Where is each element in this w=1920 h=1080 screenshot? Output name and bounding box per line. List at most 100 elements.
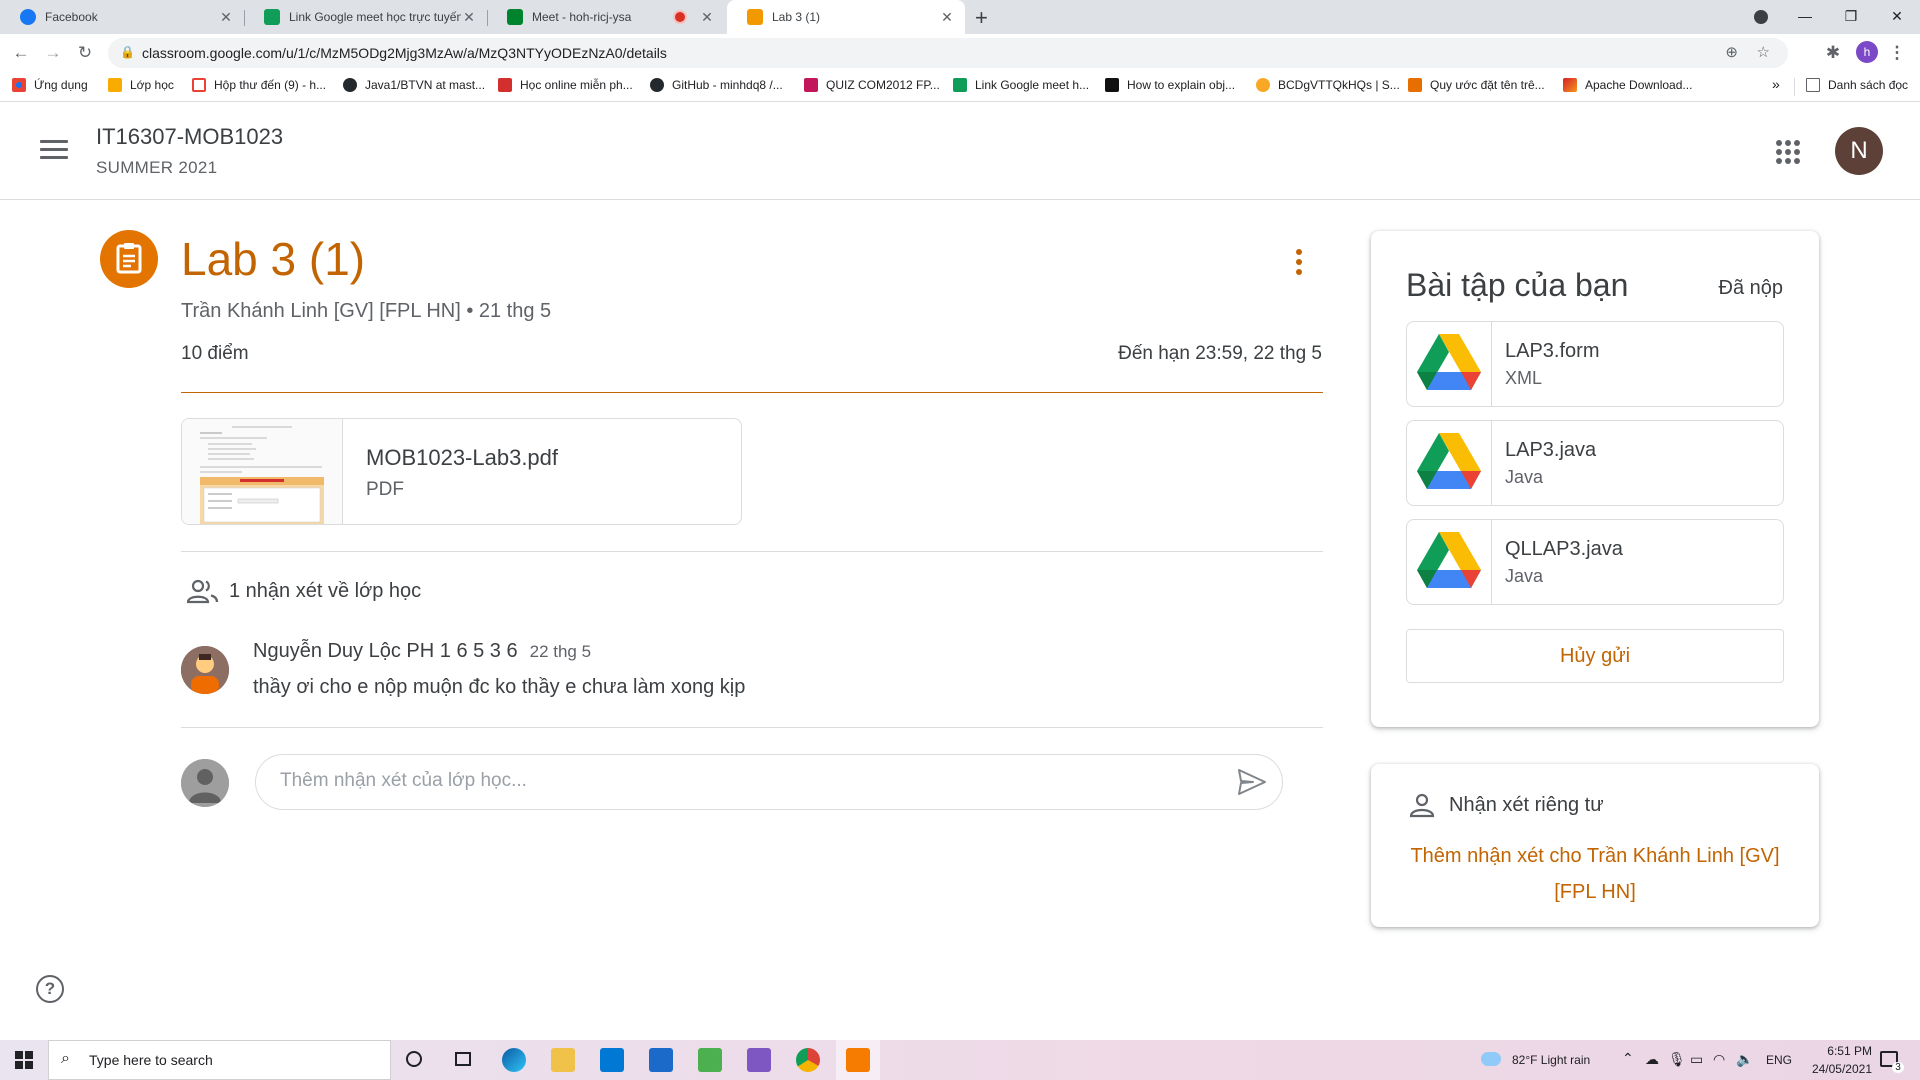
tab-lab3[interactable]: Lab 3 (1) ✕ (727, 0, 965, 34)
unsubmit-button[interactable]: Hủy gửi (1406, 629, 1784, 683)
send-icon[interactable] (1236, 767, 1268, 797)
file-type: Java (1505, 467, 1544, 487)
zoom-icon[interactable]: ⊕ (1725, 43, 1738, 61)
section-divider (181, 551, 1323, 552)
close-tab-icon[interactable]: ✕ (461, 9, 477, 26)
battery-icon[interactable]: ▭ (1690, 1051, 1703, 1068)
bookmark-how-to-explain[interactable]: How to explain obj... (1105, 78, 1235, 92)
reload-icon[interactable]: ↻ (74, 42, 96, 64)
tab-google-meet[interactable]: Meet - hoh-ricj-ysa ✕ (487, 0, 725, 34)
bookmark-quiz[interactable]: QUIZ COM2012 FP... (804, 78, 940, 92)
new-tab-plus-icon[interactable]: + (975, 5, 988, 31)
tab-search-icon[interactable] (1738, 0, 1784, 34)
reading-list[interactable]: Danh sách đọc (1806, 78, 1908, 92)
lock-icon: 🔒 (120, 45, 135, 59)
assignment-icon (100, 230, 158, 288)
chrome-menu-icon[interactable]: ⋮ (1886, 42, 1908, 64)
google-apps-icon[interactable] (1776, 140, 1800, 164)
address-bar[interactable]: 🔒 classroom.google.com/u/1/c/MzM5ODg2Mjg… (108, 38, 1788, 68)
file-explorer-icon[interactable] (551, 1048, 575, 1072)
volume-icon[interactable]: 🔈 (1736, 1051, 1753, 1068)
bookmark-label: Ứng dụng (34, 78, 88, 92)
class-comment-field[interactable] (278, 769, 1182, 793)
tab-title: Facebook (45, 10, 98, 24)
extensions-puzzle-icon[interactable]: ✱ (1822, 42, 1844, 64)
bookmark-star-icon[interactable]: ☆ (1757, 43, 1770, 61)
browser-tab-strip: Facebook ✕ Link Google meet học trực tuy… (0, 0, 1920, 34)
class-name[interactable]: IT16307-MOB1023 (96, 124, 283, 150)
bookmark-google-meet-sheet[interactable]: Link Google meet h... (953, 78, 1089, 92)
class-comments-header[interactable]: 1 nhận xét về lớp học (187, 578, 421, 604)
comment-author-name: Nguyễn Duy Lộc PH 1 6 5 3 6 (253, 640, 518, 662)
submitted-file[interactable]: LAP3.form XML (1406, 321, 1784, 407)
task-view-icon[interactable] (455, 1052, 471, 1066)
photos-icon[interactable] (649, 1048, 673, 1072)
back-arrow-icon[interactable]: ← (10, 42, 32, 64)
attachment-file-name: MOB1023-Lab3.pdf (366, 445, 559, 470)
bookmark-classroom[interactable]: Lớp học (108, 78, 174, 92)
submitted-file[interactable]: QLLAP3.java Java (1406, 519, 1784, 605)
bookmark-apps[interactable]: Ứng dụng (12, 78, 88, 92)
close-tab-icon[interactable]: ✕ (218, 9, 234, 26)
bookmark-hoc-online[interactable]: Học online miễn ph... (498, 78, 633, 92)
snipping-tool-icon[interactable] (698, 1048, 722, 1072)
windows-start-icon[interactable] (15, 1051, 33, 1069)
meet-favicon-icon (507, 9, 523, 25)
bookmark-bcdgvttqkhqs[interactable]: BCDgVTTQkHQs | S... (1256, 78, 1400, 92)
bookmark-github-java1[interactable]: Java1/BTVN at mast... (343, 78, 485, 92)
google-drive-icon (1407, 322, 1492, 406)
gmail-icon (192, 78, 206, 92)
java-icon (1408, 78, 1422, 92)
submitted-file[interactable]: LAP3.java Java (1406, 420, 1784, 506)
add-private-comment-link[interactable]: Thêm nhận xét cho Trần Khánh Linh [GV] [… (1401, 838, 1789, 910)
edge-icon[interactable] (502, 1048, 526, 1072)
tab-google-sheet[interactable]: Link Google meet học trực tuyến ✕ (244, 0, 487, 34)
minimize-icon[interactable]: — (1782, 0, 1828, 34)
classroom-icon (108, 78, 122, 92)
more-options-icon[interactable] (1296, 249, 1302, 279)
help-icon[interactable]: ? (36, 975, 64, 1003)
taskbar-search-placeholder: Type here to search (89, 1052, 213, 1068)
wifi-icon[interactable]: ◠ (1713, 1051, 1725, 1068)
input-language[interactable]: ENG (1766, 1053, 1792, 1067)
weather-text[interactable]: 82°F Light rain (1512, 1053, 1590, 1067)
cortana-icon[interactable] (406, 1051, 422, 1067)
tab-facebook[interactable]: Facebook ✕ (0, 0, 244, 34)
class-comment-input[interactable] (255, 754, 1283, 810)
mail-icon[interactable] (600, 1048, 624, 1072)
onedrive-icon[interactable]: ☁ (1645, 1051, 1659, 1068)
clock-time[interactable]: 6:51 PM (1812, 1044, 1872, 1058)
show-hidden-icons-icon[interactable]: ⌃ (1622, 1050, 1634, 1067)
bookmark-label: Học online miễn ph... (520, 78, 633, 92)
main-menu-icon[interactable] (40, 140, 68, 164)
apps-grid-icon (12, 78, 26, 92)
attachment-card[interactable]: MOB1023-Lab3.pdf PDF (181, 418, 742, 525)
reading-list-label: Danh sách đọc (1828, 78, 1909, 92)
comment-author: Nguyễn Duy Lộc PH 1 6 5 3 6 22 thg 5 (253, 640, 591, 663)
clock-date[interactable]: 24/05/2021 (1800, 1062, 1872, 1076)
your-work-title: Bài tập của bạn (1406, 267, 1629, 303)
maximize-icon[interactable]: ❐ (1828, 0, 1874, 34)
pdf-app-icon[interactable] (846, 1048, 870, 1072)
bookmark-apache[interactable]: Apache Download... (1563, 78, 1692, 92)
chrome-taskbar-icon[interactable] (796, 1048, 820, 1072)
section-divider (181, 727, 1323, 728)
more-bookmarks-icon[interactable]: » (1772, 76, 1780, 92)
close-tab-icon[interactable]: ✕ (939, 9, 955, 26)
tab-title: Lab 3 (1) (772, 10, 821, 24)
bookmark-quy-uoc[interactable]: Quy ước đặt tên trê... (1408, 78, 1545, 92)
profile-avatar[interactable]: h (1856, 41, 1878, 63)
microphone-icon[interactable]: 🎙 (1668, 1051, 1686, 1068)
forward-arrow-icon[interactable]: → (42, 42, 64, 64)
app-hexagon-icon[interactable] (747, 1048, 771, 1072)
title-divider (181, 392, 1323, 393)
account-avatar[interactable]: N (1835, 127, 1883, 175)
github-icon (343, 78, 357, 92)
bookmark-label: BCDgVTTQkHQs | S... (1278, 78, 1400, 92)
bookmark-gmail[interactable]: Hộp thư đến (9) - h... (192, 78, 326, 92)
close-tab-icon[interactable]: ✕ (699, 9, 715, 26)
close-window-icon[interactable]: ✕ (1874, 0, 1920, 34)
bookmark-github-minhdq8[interactable]: GitHub - minhdq8 /... (650, 78, 783, 92)
taskbar-search[interactable]: ⌕ Type here to search (48, 1040, 391, 1080)
comment-author-avatar (181, 646, 229, 694)
